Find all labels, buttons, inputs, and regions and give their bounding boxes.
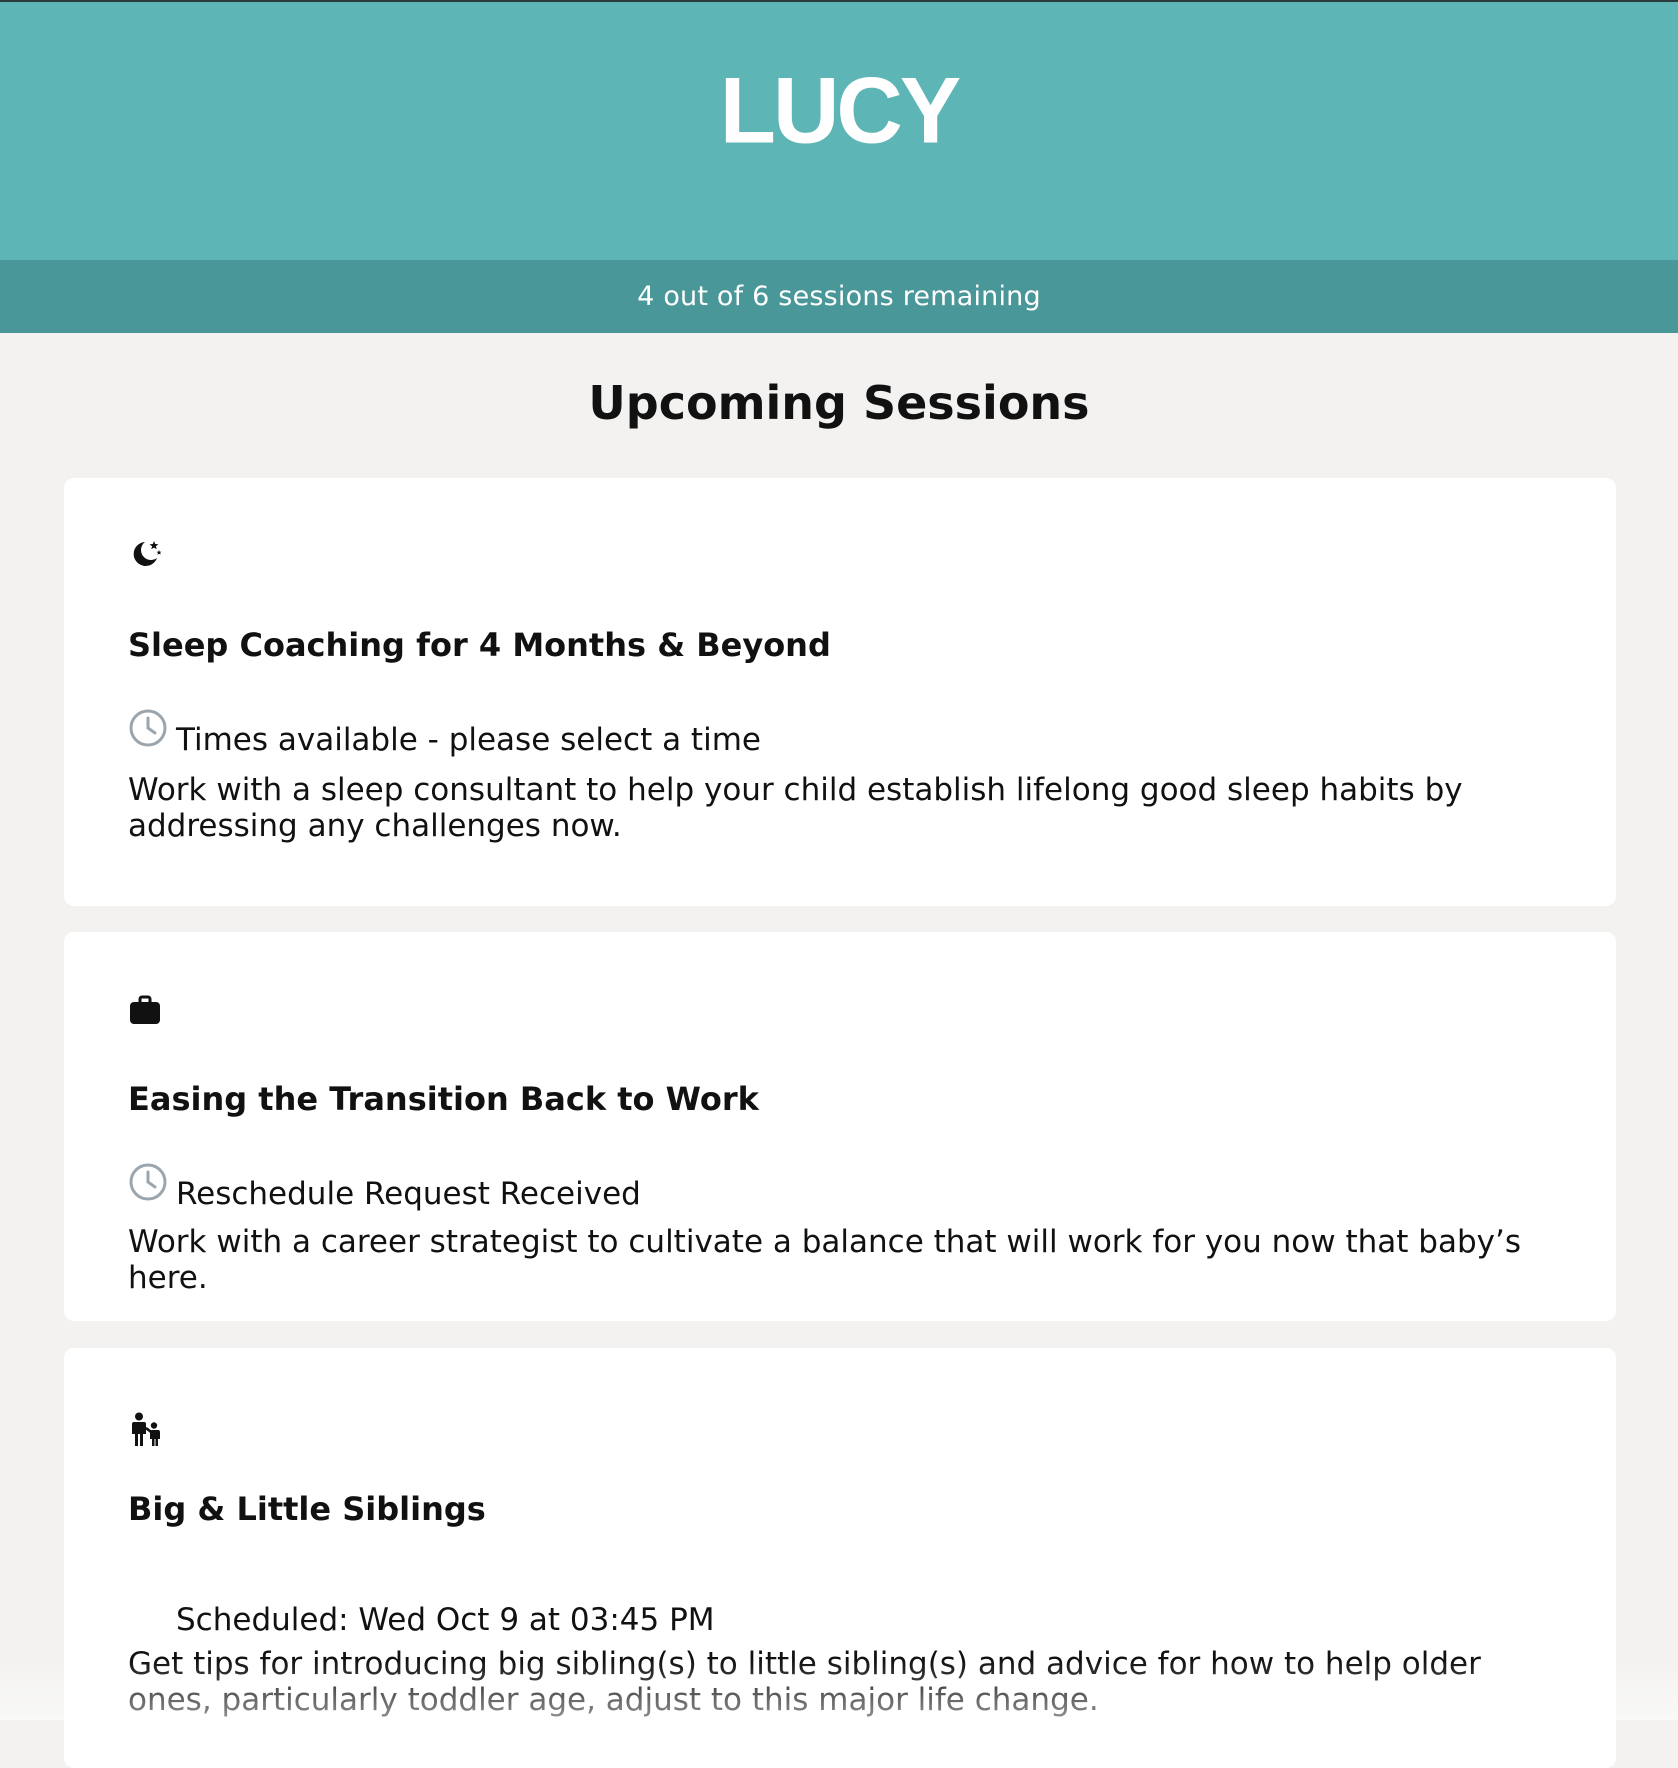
session-status-text: Reschedule Request Received <box>176 1176 641 1212</box>
session-title: Sleep Coaching for 4 Months & Beyond <box>128 626 831 664</box>
session-status: Times available - please select a time <box>128 708 761 758</box>
lucy-logo: LUCY <box>719 58 961 164</box>
clock-icon <box>129 1163 167 1201</box>
clock-icon <box>129 709 167 747</box>
page-title: Upcoming Sessions <box>588 376 1090 430</box>
parent-child-icon <box>128 1412 162 1446</box>
session-status-text: Scheduled: Wed Oct 9 at 03:45 PM <box>176 1602 715 1638</box>
briefcase-icon <box>128 994 162 1028</box>
session-card-sleep-coaching[interactable]: Sleep Coaching for 4 Months & Beyond Tim… <box>64 478 1616 906</box>
session-status-text: Times available - please select a time <box>176 722 761 758</box>
session-title: Big & Little Siblings <box>128 1490 486 1528</box>
sessions-remaining-bar: 4 out of 6 sessions remaining <box>0 260 1678 333</box>
moon-stars-icon <box>128 536 162 570</box>
session-card-back-to-work[interactable]: Easing the Transition Back to Work Resch… <box>64 932 1616 1321</box>
app-header: LUCY <box>0 2 1678 260</box>
sessions-remaining-text: 4 out of 6 sessions remaining <box>637 281 1041 312</box>
session-status: Scheduled: Wed Oct 9 at 03:45 PM <box>128 1588 715 1638</box>
session-description: Work with a career strategist to cultiva… <box>128 1224 1521 1296</box>
session-card-siblings[interactable]: Big & Little Siblings Scheduled: Wed Oct… <box>64 1348 1616 1768</box>
session-description: Work with a sleep consultant to help you… <box>128 772 1463 844</box>
session-status: Reschedule Request Received <box>128 1162 641 1212</box>
session-title: Easing the Transition Back to Work <box>128 1080 759 1118</box>
session-description: Get tips for introducing big sibling(s) … <box>128 1646 1481 1718</box>
